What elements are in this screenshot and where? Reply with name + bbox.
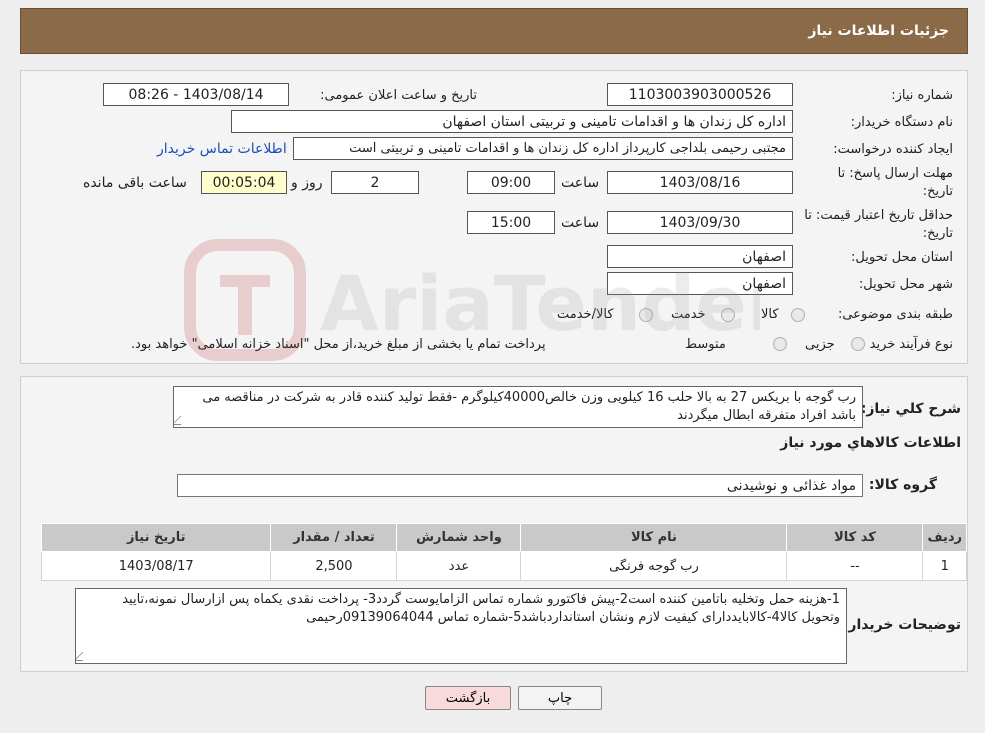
contact-info-link[interactable]: اطلاعات تماس خریدار <box>157 141 287 157</box>
goods-panel: شرح کلي نياز: رب گوجه با بریکس 27 به بال… <box>20 376 968 672</box>
col-row: ردیف <box>922 523 967 552</box>
goods-table-header: ردیف کد کالا نام کالا واحد شمارش تعداد /… <box>40 523 967 552</box>
buyer-notes-textarea[interactable]: 1-هزینه حمل وتخلیه باتامین کننده است2-پی… <box>75 588 847 664</box>
goods-group-label: گروه کالا: <box>868 477 937 493</box>
validity-date-field: 1403/09/30 <box>607 211 793 234</box>
description-label: شرح کلي نياز: <box>860 401 961 417</box>
buyer-notes-label: توضیحات خریدار: <box>842 617 961 633</box>
goods-group-field: مواد غذائی و نوشیدنی <box>177 474 863 497</box>
buyer-notes-text: 1-هزینه حمل وتخلیه باتامین کننده است2-پی… <box>122 592 840 625</box>
goods-table: ردیف کد کالا نام کالا واحد شمارش تعداد /… <box>40 523 967 581</box>
col-need-date: تاریخ نیاز <box>40 523 272 552</box>
days-label: روز و <box>291 175 323 191</box>
cell-quantity: 2,500 <box>270 551 398 581</box>
need-number-label: شماره نیاز: <box>891 88 953 103</box>
buyer-field: اداره کل زندان ها و اقدامات تامینی و ترب… <box>231 110 793 133</box>
category-radio-both[interactable] <box>639 308 653 322</box>
need-number-field: 1103003903000526 <box>607 83 793 106</box>
creator-label: ایجاد کننده درخواست: <box>833 142 953 157</box>
category-radio-service[interactable] <box>721 308 735 322</box>
validity-label-2: تاریخ: <box>922 226 953 241</box>
validity-time-label: ساعت <box>561 215 600 231</box>
deadline-label-2: تاریخ: <box>922 184 953 199</box>
goods-section-title: اطلاعات کالاهاي مورد نياز <box>780 435 961 451</box>
process-note: پرداخت تمام یا بخشی از مبلغ خرید،از محل … <box>131 337 546 352</box>
resize-handle-icon[interactable] <box>174 416 190 425</box>
info-panel: شماره نیاز: 1103003903000526 تاریخ و ساع… <box>20 70 968 364</box>
city-field: اصفهان <box>607 272 793 295</box>
validity-time-field: 15:00 <box>467 211 555 234</box>
page-title: جزئیات اطلاعات نیاز <box>808 23 949 39</box>
category-label: طبقه بندی موضوعی: <box>837 307 953 322</box>
description-textarea[interactable]: رب گوجه با بریکس 27 به بالا حلب 16 کیلوی… <box>173 386 863 428</box>
process-option-minor: جزیی <box>805 337 835 352</box>
creator-field: مجتبی رحیمی بلداجی کارپرداز اداره کل زند… <box>293 137 793 160</box>
col-unit: واحد شمارش <box>396 523 522 552</box>
province-field: اصفهان <box>607 245 793 268</box>
cell-need-date: 1403/08/17 <box>40 551 272 581</box>
cell-row: 1 <box>922 551 967 581</box>
print-button[interactable]: چاپ <box>518 686 602 710</box>
category-option-goods: کالا <box>761 307 779 322</box>
remaining-label: ساعت باقی مانده <box>83 175 187 191</box>
category-option-service: خدمت <box>671 307 706 322</box>
deadline-date-field: 1403/08/16 <box>607 171 793 194</box>
process-option-medium: متوسط <box>685 337 726 352</box>
col-name: نام کالا <box>520 523 788 552</box>
validity-label: حداقل تاریخ اعتبار قیمت: تا <box>804 208 953 223</box>
cell-code: -- <box>786 551 924 581</box>
description-text: رب گوجه با بریکس 27 به بالا حلب 16 کیلوی… <box>202 390 856 423</box>
days-field: 2 <box>331 171 419 194</box>
deadline-time-label: ساعت <box>561 175 600 191</box>
remaining-time-field: 00:05:04 <box>201 171 287 194</box>
cell-name: رب گوجه فرنگی <box>520 551 788 581</box>
province-label: استان محل تحویل: <box>851 250 953 265</box>
col-quantity: تعداد / مقدار <box>270 523 398 552</box>
col-code: کد کالا <box>786 523 924 552</box>
deadline-time-field: 09:00 <box>467 171 555 194</box>
category-radio-goods[interactable] <box>791 308 805 322</box>
announce-label: تاریخ و ساعت اعلان عمومی: <box>320 88 477 103</box>
deadline-label: مهلت ارسال پاسخ: تا <box>837 166 953 181</box>
announce-field: 1403/08/14 - 08:26 <box>103 83 289 106</box>
resize-handle-icon[interactable] <box>76 652 92 661</box>
table-row: 1 -- رب گوجه فرنگی عدد 2,500 1403/08/17 <box>40 551 967 581</box>
process-radio-medium[interactable] <box>773 337 787 351</box>
process-label: نوع فرآیند خرید : <box>861 337 953 352</box>
process-radio-minor[interactable] <box>851 337 865 351</box>
category-option-both: کالا/خدمت <box>557 307 614 322</box>
city-label: شهر محل تحویل: <box>858 277 953 292</box>
page-header: جزئیات اطلاعات نیاز <box>20 8 968 54</box>
back-button[interactable]: بازگشت <box>425 686 511 710</box>
cell-unit: عدد <box>396 551 522 581</box>
buyer-label: نام دستگاه خریدار: <box>850 115 953 130</box>
